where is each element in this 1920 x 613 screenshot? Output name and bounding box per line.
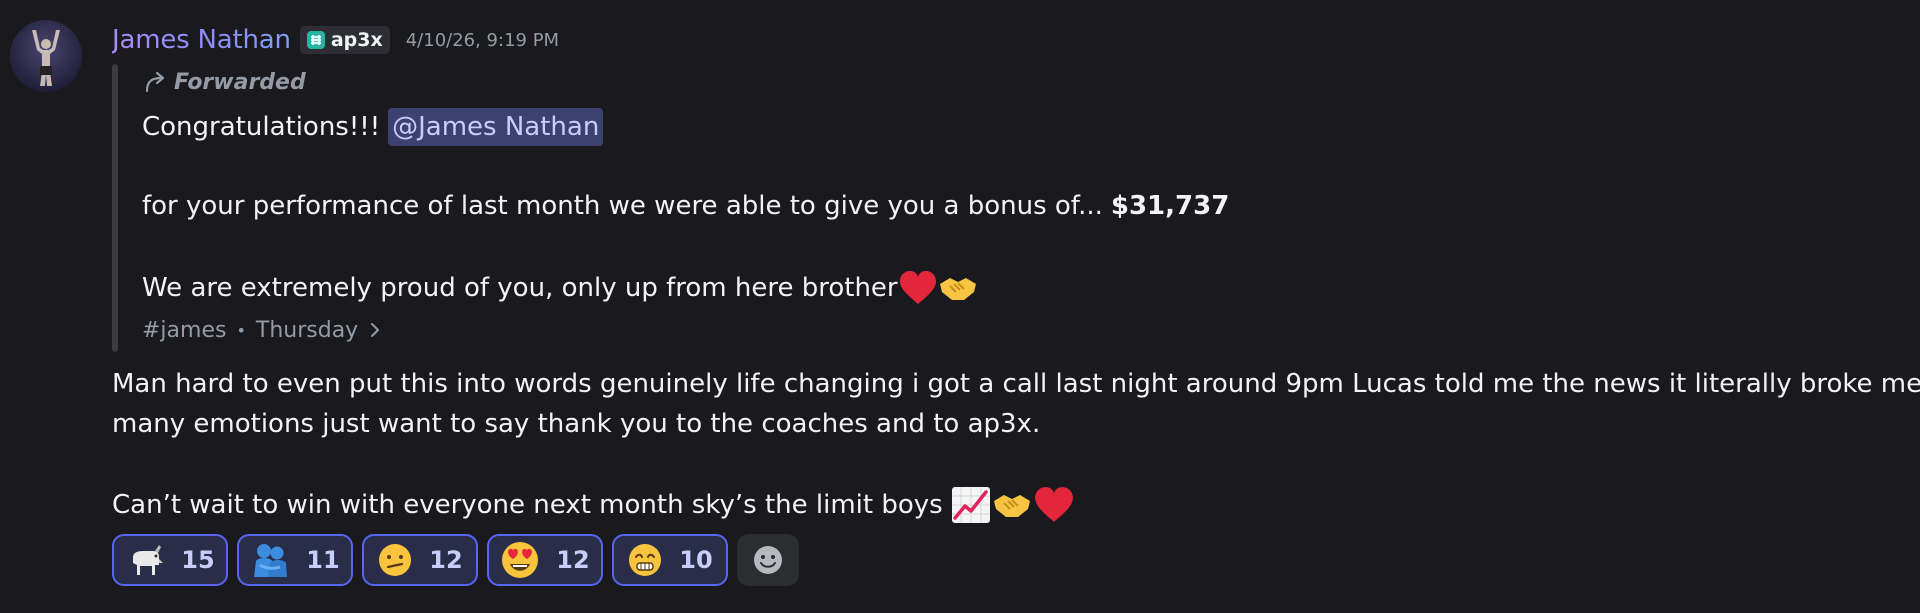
- forwarded-source[interactable]: #james • Thursday: [142, 312, 382, 348]
- add-reaction-icon: [754, 546, 782, 574]
- forwarded-line-3: We are extremely proud of you, only up f…: [142, 270, 978, 306]
- forwarded-text-congrats: Congratulations!!!: [142, 112, 381, 142]
- guild-tag-icon: [306, 31, 325, 49]
- reaction-face-diagonal-mouth[interactable]: 12: [362, 534, 478, 586]
- source-channel[interactable]: #james: [142, 318, 226, 343]
- message-body-line-3: Can’t wait to win with everyone next mon…: [112, 485, 1075, 525]
- avatar[interactable]: [10, 20, 82, 92]
- chat-message: James Nathan ap3x 4/10/26, 9:19 PM Forwa…: [0, 0, 1920, 613]
- reaction-count: 12: [556, 546, 590, 574]
- guild-tag-label: ap3x: [330, 29, 383, 51]
- forwarded-text-bonus: for your performance of last month we we…: [142, 191, 1103, 221]
- guild-tag[interactable]: ap3x: [299, 26, 390, 54]
- chevron-right-icon: [371, 323, 380, 337]
- reaction-goat[interactable]: 15: [112, 534, 228, 586]
- reaction-grimacing-smile[interactable]: 10: [612, 534, 728, 586]
- forward-arrow-icon: [145, 71, 165, 93]
- message-header: James Nathan ap3x 4/10/26, 9:19 PM: [112, 20, 559, 60]
- red-heart-icon: [898, 270, 938, 306]
- goat-icon: [133, 545, 164, 575]
- forwarded-message: Forwarded Congratulations!!! @James Nath…: [112, 62, 1312, 352]
- handshake-icon: [991, 487, 1033, 523]
- red-heart-icon: [1033, 486, 1075, 524]
- bonus-amount: $31,737: [1110, 191, 1230, 221]
- reaction-count: 11: [306, 546, 340, 574]
- forwarded-line-1: Congratulations!!! @James Nathan: [142, 108, 604, 146]
- forwarded-line-2: for your performance of last month we we…: [142, 188, 1229, 224]
- reactions-bar: 15 11 12 12 10: [112, 534, 799, 586]
- forward-quote-bar: [112, 64, 118, 352]
- reaction-heart-eyes[interactable]: 12: [487, 534, 603, 586]
- add-reaction-button[interactable]: [737, 534, 799, 586]
- forwarded-label: Forwarded: [174, 69, 306, 95]
- message-text-2: many emotions just want to say thank you…: [112, 409, 1041, 439]
- user-mention[interactable]: @James Nathan: [388, 108, 604, 146]
- handshake-icon: [938, 270, 978, 306]
- reaction-people-hugging[interactable]: 11: [237, 534, 353, 586]
- reaction-count: 12: [429, 546, 463, 574]
- face-with-diagonal-mouth-icon: [379, 544, 412, 576]
- separator-dot: •: [236, 320, 246, 340]
- message-body-line-2: many emotions just want to say thank you…: [112, 404, 1040, 444]
- grimacing-smile-face-icon: [629, 544, 662, 576]
- source-day: Thursday: [255, 317, 359, 343]
- message-body-line-1: Man hard to even put this into words gen…: [112, 364, 1920, 404]
- message-text-3: Can’t wait to win with everyone next mon…: [112, 490, 943, 520]
- forwarded-text-proud: We are extremely proud of you, only up f…: [142, 273, 898, 303]
- people-hugging-icon: [254, 544, 288, 577]
- smiling-face-with-heart-eyes-icon: [502, 542, 539, 578]
- chart-increasing-icon: [951, 486, 991, 524]
- author-name[interactable]: James Nathan: [112, 25, 291, 55]
- message-text-1: Man hard to even put this into words gen…: [112, 369, 1920, 399]
- reaction-count: 15: [181, 546, 215, 574]
- reaction-count: 10: [679, 546, 713, 574]
- forwarded-label-row: Forwarded: [142, 64, 306, 100]
- message-timestamp[interactable]: 4/10/26, 9:19 PM: [406, 30, 559, 51]
